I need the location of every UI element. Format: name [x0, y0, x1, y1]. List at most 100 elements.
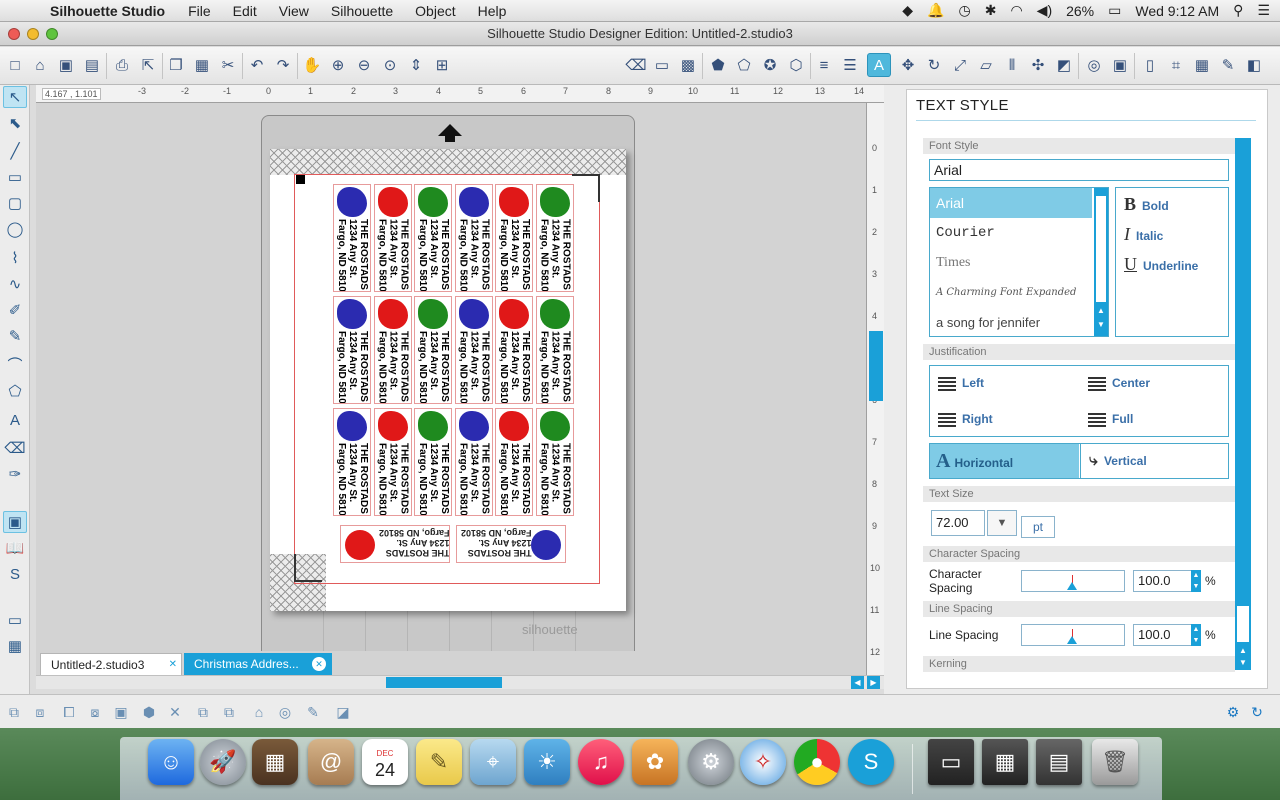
justify-full-button[interactable]: Full — [1088, 412, 1133, 427]
refresh-icon[interactable]: ↻ — [1246, 701, 1268, 723]
minimize-window-button[interactable] — [27, 28, 39, 40]
launchpad-icon[interactable]: 🚀 — [200, 739, 246, 785]
shear-icon[interactable]: ▱ — [974, 53, 998, 77]
battery-text[interactable]: 26% — [1066, 3, 1094, 19]
zoom-selection-icon[interactable]: ⊙ — [378, 53, 402, 77]
new-document-icon[interactable]: □ — [3, 53, 27, 77]
system-preferences-icon[interactable]: ⚙ — [688, 739, 734, 785]
address-label[interactable]: THE ROSTADS 1234 Any St. Fargo, ND 58102 — [373, 184, 412, 292]
contacts-icon[interactable]: @ — [308, 739, 354, 785]
menu-edit[interactable]: Edit — [222, 3, 268, 19]
menu-object[interactable]: Object — [404, 3, 466, 19]
pan-hand-icon[interactable]: ✋ — [300, 53, 324, 77]
address-label[interactable]: THE ROSTADS 1234 Any St. Fargo, ND 58102 — [414, 296, 452, 404]
undo-icon[interactable]: ↶ — [245, 53, 269, 77]
trace-icon[interactable]: ▣ — [1108, 53, 1132, 77]
address-label[interactable]: THE ROSTADS 1234 Any St. Fargo, ND 58102 — [373, 408, 412, 516]
ungroup-icon[interactable]: ⧈ — [29, 701, 51, 723]
address-label[interactable]: THE ROSTADS 1234 Any St. Fargo, ND 58102 — [454, 184, 493, 292]
address-label[interactable]: THE ROSTADS 1234 Any St. Fargo, ND 58102 — [454, 296, 493, 404]
split-view-icon[interactable]: ▦ — [3, 635, 27, 657]
underline-toggle[interactable]: U Underline — [1124, 254, 1198, 275]
justify-center-button[interactable]: Center — [1088, 376, 1150, 391]
subtract-icon[interactable]: ✕ — [164, 701, 186, 723]
trash-icon[interactable]: 🗑 — [1092, 739, 1138, 785]
release-compound-path-icon[interactable]: ⧇ — [84, 701, 106, 723]
address-label[interactable]: THE ROSTADS 1234 Any St. Fargo, ND 58102 — [495, 184, 533, 292]
paste-icon[interactable]: ▦ — [190, 53, 214, 77]
design-area-icon[interactable]: ▣ — [3, 511, 27, 533]
horizontal-orientation-button[interactable]: A Horizontal — [930, 444, 1079, 478]
eraser-icon[interactable]: ⌫ — [624, 53, 648, 77]
zoom-out-icon[interactable]: ⊖ — [352, 53, 376, 77]
font-item-charming[interactable]: A Charming Font Expanded — [930, 278, 1092, 308]
knife-tool-icon[interactable]: ✑ — [3, 463, 27, 485]
font-list[interactable]: Arial Courier Times A Charming Font Expa… — [929, 187, 1109, 337]
align-icon[interactable]: ⫴ — [1000, 53, 1024, 77]
tab-christmas-address[interactable]: Christmas Addres... ✕ — [184, 653, 332, 675]
character-spacing-input[interactable]: 100.0 — [1133, 570, 1195, 592]
close-tab-icon[interactable]: ✕ — [169, 654, 177, 676]
trace-shape-icon[interactable]: ✎ — [302, 701, 324, 723]
text-tool-icon[interactable]: A — [3, 409, 27, 431]
grid-icon[interactable]: ▦ — [1190, 53, 1214, 77]
close-window-button[interactable] — [8, 28, 20, 40]
documents-stack-icon[interactable]: ▤ — [1036, 739, 1082, 785]
copy-icon[interactable]: ❐ — [164, 53, 188, 77]
font-name-field[interactable]: Arial — [929, 159, 1229, 181]
panel-scrollbar[interactable] — [1235, 138, 1251, 670]
aperture-icon[interactable]: ✿ — [632, 739, 678, 785]
panel-scroll-up-icon[interactable]: ▲ — [1237, 646, 1249, 656]
send-to-silhouette-icon[interactable]: ⇱ — [136, 53, 160, 77]
line-spacing-slider[interactable] — [1021, 624, 1125, 646]
weld-icon[interactable]: ⬢ — [138, 701, 160, 723]
text-size-dropdown-icon[interactable]: ▼ — [987, 510, 1017, 536]
address-label[interactable]: THE ROSTADS 1234 Any St. Fargo, ND 58102 — [333, 184, 371, 292]
horizontal-scrollbar[interactable]: ◀ ▶ — [36, 675, 884, 689]
line-style-icon[interactable]: ☰ — [838, 53, 862, 77]
open-folder-icon[interactable]: ⌂ — [28, 53, 52, 77]
redo-icon[interactable]: ↷ — [271, 53, 295, 77]
minimized-window-icon[interactable]: ▭ — [928, 739, 974, 785]
rounded-rectangle-tool-icon[interactable]: ▢ — [3, 192, 27, 214]
address-label[interactable]: THE ROSTADS 1234 Any St. Fargo, ND 58102 — [333, 296, 371, 404]
replicate-icon[interactable]: ✣ — [1026, 53, 1050, 77]
volume-icon[interactable]: ◀) — [1037, 2, 1052, 19]
fill-pattern-icon[interactable]: ▩ — [676, 53, 700, 77]
address-label-rotated[interactable]: THE ROSTADS 1234 Any St. Fargo, ND 58102 — [340, 525, 450, 563]
online-store-icon[interactable]: S — [3, 563, 27, 585]
registration-marks-icon[interactable]: ⌗ — [1164, 53, 1188, 77]
italic-toggle[interactable]: I Italic — [1124, 224, 1163, 245]
menu-view[interactable]: View — [268, 3, 320, 19]
rotate-icon[interactable]: ↻ — [922, 53, 946, 77]
curve-tool-icon[interactable]: ∿ — [3, 273, 27, 295]
address-label[interactable]: THE ROSTADS 1234 Any St. Fargo, ND 58102 — [333, 408, 371, 516]
pentagon-shape-icon[interactable]: ⬟ — [706, 53, 730, 77]
photo-booth-icon[interactable]: ▦ — [252, 739, 298, 785]
fill-bucket-icon[interactable]: ⌂ — [248, 701, 270, 723]
character-spacing-stepper[interactable]: ▲ ▼ — [1191, 570, 1201, 592]
wifi-icon[interactable]: ◠ — [1010, 2, 1022, 19]
address-label[interactable]: THE ROSTADS 1234 Any St. Fargo, ND 58102 — [454, 408, 493, 516]
cut-settings-icon[interactable]: ✎ — [1216, 53, 1240, 77]
character-spacing-slider[interactable] — [1021, 570, 1125, 592]
time-machine-icon[interactable]: ◷ — [959, 2, 971, 19]
address-label[interactable]: THE ROSTADS 1234 Any St. Fargo, ND 58102 — [535, 184, 574, 292]
modify-icon[interactable]: ◩ — [1052, 53, 1076, 77]
show-design-area-icon[interactable]: ▭ — [3, 609, 27, 631]
select-tool-icon[interactable]: ↖ — [3, 86, 27, 108]
scale-icon[interactable]: ⤢ — [948, 53, 972, 77]
vertical-orientation-button[interactable]: ⤷ Vertical — [1080, 444, 1228, 478]
send-to-cutter-icon[interactable]: ◧ — [1242, 53, 1266, 77]
bluetooth-icon[interactable]: ✱ — [985, 2, 997, 19]
arc-tool-icon[interactable]: ⌒ — [3, 353, 27, 375]
settings-gear-icon[interactable]: ⚙ — [1222, 701, 1244, 723]
save-icon[interactable]: ▣ — [54, 53, 78, 77]
polygon-shape-icon[interactable]: ⬠ — [732, 53, 756, 77]
star-shape-icon[interactable]: ✪ — [758, 53, 782, 77]
cut-icon[interactable]: ✂ — [216, 53, 240, 77]
panel-scroll-down-icon[interactable]: ▼ — [1237, 658, 1249, 668]
offset-shape-icon[interactable]: ◎ — [274, 701, 296, 723]
edit-points-tool-icon[interactable]: ⬉ — [3, 112, 27, 134]
text-unit[interactable]: pt — [1021, 516, 1055, 538]
